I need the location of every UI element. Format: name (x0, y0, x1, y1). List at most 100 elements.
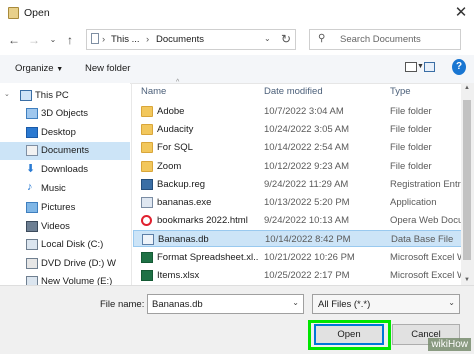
sidebar-item-3d-objects[interactable]: 3D Objects (0, 105, 130, 123)
window-title: Open (24, 7, 50, 19)
address-dropdown-icon[interactable]: ⌄ (264, 34, 271, 43)
column-header-type[interactable]: Type (390, 86, 411, 97)
sidebar-item-videos[interactable]: Videos (0, 218, 130, 236)
file-type: Registration Entri (390, 178, 462, 190)
file-type: File folder (390, 124, 432, 136)
back-arrow-icon[interactable]: ← (6, 31, 22, 49)
view-options-icon[interactable] (405, 62, 417, 72)
sidebar-item-this-pc[interactable]: ⌄ This PC (0, 87, 130, 105)
file-type: Application (390, 197, 437, 208)
music-icon: ♪ (27, 181, 33, 193)
sidebar-item-desktop[interactable]: Desktop (0, 124, 130, 142)
file-row[interactable]: Audacity 10/24/2022 3:05 AM File folder (133, 121, 463, 138)
search-placeholder: Search Documents (340, 34, 421, 45)
pane-divider[interactable] (131, 83, 132, 285)
breadcrumb-this-pc[interactable]: This ... (111, 34, 140, 45)
file-type-select[interactable]: All Files (*.*) ⌄ (312, 294, 460, 314)
file-name: bananas.exe (157, 197, 212, 208)
organize-label: Organize (15, 63, 54, 74)
videos-icon (26, 221, 38, 232)
pictures-icon (26, 202, 38, 213)
file-name: Format Spreadsheet.xl... (157, 251, 259, 263)
column-header-name[interactable]: Name (141, 86, 166, 97)
column-header-date[interactable]: Date modified (264, 86, 323, 97)
file-date: 10/24/2022 3:05 AM (264, 124, 350, 136)
file-row[interactable]: Bananas.db 10/14/2022 8:42 PM Data Base Fi… (133, 230, 463, 248)
opera-icon (141, 215, 152, 227)
sidebar-item-label: Videos (41, 221, 70, 232)
file-type-dropdown-icon[interactable]: ⌄ (448, 298, 455, 307)
file-name: Zoom (157, 160, 182, 172)
file-row[interactable]: Adobe 10/7/2022 3:04 AM File folder (133, 103, 463, 120)
excel-file-icon (141, 251, 153, 263)
navigation-pane: ⌄ This PC 3D Objects Desktop Documents ⬇… (0, 83, 130, 287)
3d-objects-icon (26, 108, 38, 119)
scrollbar-thumb[interactable] (463, 100, 471, 260)
scroll-down-icon[interactable]: ▼ (464, 277, 470, 283)
documents-icon (26, 145, 38, 156)
close-icon[interactable]: ✕ (450, 2, 472, 24)
address-bar[interactable]: › This ... › Documents ⌄ ↻ (86, 29, 296, 50)
file-row[interactable]: Backup.reg 9/24/2022 11:29 AM Registration… (133, 176, 463, 193)
preview-pane-icon[interactable] (424, 62, 435, 72)
file-date: 10/14/2022 8:42 PM (265, 234, 351, 246)
recent-dropdown-icon[interactable]: ⌄ (45, 31, 61, 49)
file-date: 10/7/2022 3:04 AM (264, 106, 344, 117)
sidebar-item-pictures[interactable]: Pictures (0, 199, 130, 217)
organize-button[interactable]: Organize ▼ (15, 63, 63, 74)
new-folder-button[interactable]: New folder (85, 63, 130, 74)
help-icon[interactable]: ? (452, 59, 466, 75)
file-type: File folder (390, 142, 432, 154)
breadcrumb-separator-icon: › (102, 34, 106, 45)
breadcrumb-documents[interactable]: Documents (156, 34, 204, 45)
file-name: Items.xlsx (157, 269, 200, 281)
title-bar: Open ✕ (0, 0, 474, 26)
pc-icon (91, 33, 99, 44)
excel-file-icon (141, 269, 153, 281)
folder-icon (141, 106, 153, 117)
sort-caret-icon: ^ (176, 79, 180, 86)
disk-icon (26, 239, 38, 250)
sidebar-item-dvd-drive[interactable]: DVD Drive (D:) W (0, 255, 130, 273)
expand-chevron-icon[interactable]: ⌄ (4, 90, 10, 98)
desktop-icon (26, 127, 38, 138)
file-type: Data Base File (391, 234, 454, 246)
forward-arrow-icon[interactable]: → (26, 31, 42, 49)
file-type: Microsoft Excel W (390, 269, 462, 281)
file-row[interactable]: bookmarks 2022.html 9/24/2022 10:13 AM Ope… (133, 212, 463, 229)
file-row[interactable]: Format Spreadsheet.xl... 10/21/2022 10:26… (133, 249, 463, 266)
view-dropdown-icon[interactable]: ▼ (417, 63, 424, 70)
filename-input[interactable]: Bananas.db ⌄ (147, 294, 304, 314)
file-row[interactable]: Items.xlsx 10/25/2022 2:17 PM Microsoft Ex… (133, 267, 463, 284)
search-icon: ⚲ (318, 33, 326, 44)
file-row[interactable]: bananas.exe 10/13/2022 5:20 PM Application (133, 194, 463, 211)
search-box[interactable]: ⚲ Search Documents (309, 29, 461, 50)
file-date: 9/24/2022 11:29 AM (264, 178, 349, 190)
file-row[interactable]: For SQL 10/14/2022 2:54 AM File folder (133, 139, 463, 156)
registry-file-icon (141, 178, 153, 190)
refresh-icon[interactable]: ↻ (281, 32, 291, 46)
folder-icon (141, 124, 153, 136)
sidebar-item-music[interactable]: ♪ Music (0, 180, 130, 198)
sidebar-item-downloads[interactable]: ⬇ Downloads (0, 161, 130, 179)
wikihow-watermark: wikiHow (428, 338, 471, 351)
file-name: Audacity (157, 124, 194, 136)
sidebar-item-label: DVD Drive (D:) W (41, 258, 116, 269)
sidebar-item-label: This PC (35, 90, 69, 101)
open-button[interactable]: Open (314, 324, 384, 345)
filename-dropdown-icon[interactable]: ⌄ (292, 298, 299, 307)
sidebar-item-local-disk[interactable]: Local Disk (C:) (0, 236, 130, 254)
file-name: bookmarks 2022.html (157, 215, 248, 227)
scroll-up-icon[interactable]: ▲ (464, 85, 470, 91)
file-name: Bananas.db (158, 234, 209, 246)
file-type-value: All Files (*.*) (318, 299, 371, 310)
file-row[interactable]: Zoom 10/12/2022 9:23 AM File folder (133, 158, 463, 175)
sidebar-item-documents[interactable]: Documents (0, 142, 130, 160)
sidebar-item-label: Documents (41, 145, 90, 156)
up-arrow-icon[interactable]: ↑ (62, 31, 78, 49)
breadcrumb-separator-icon: › (146, 34, 150, 45)
file-list: Name ^ Date modified Type Adobe 10/7/2022… (133, 79, 463, 299)
database-file-icon (142, 234, 154, 246)
sidebar-item-label: Local Disk (C:) (41, 239, 104, 250)
file-date: 9/24/2022 10:13 AM (264, 215, 350, 227)
